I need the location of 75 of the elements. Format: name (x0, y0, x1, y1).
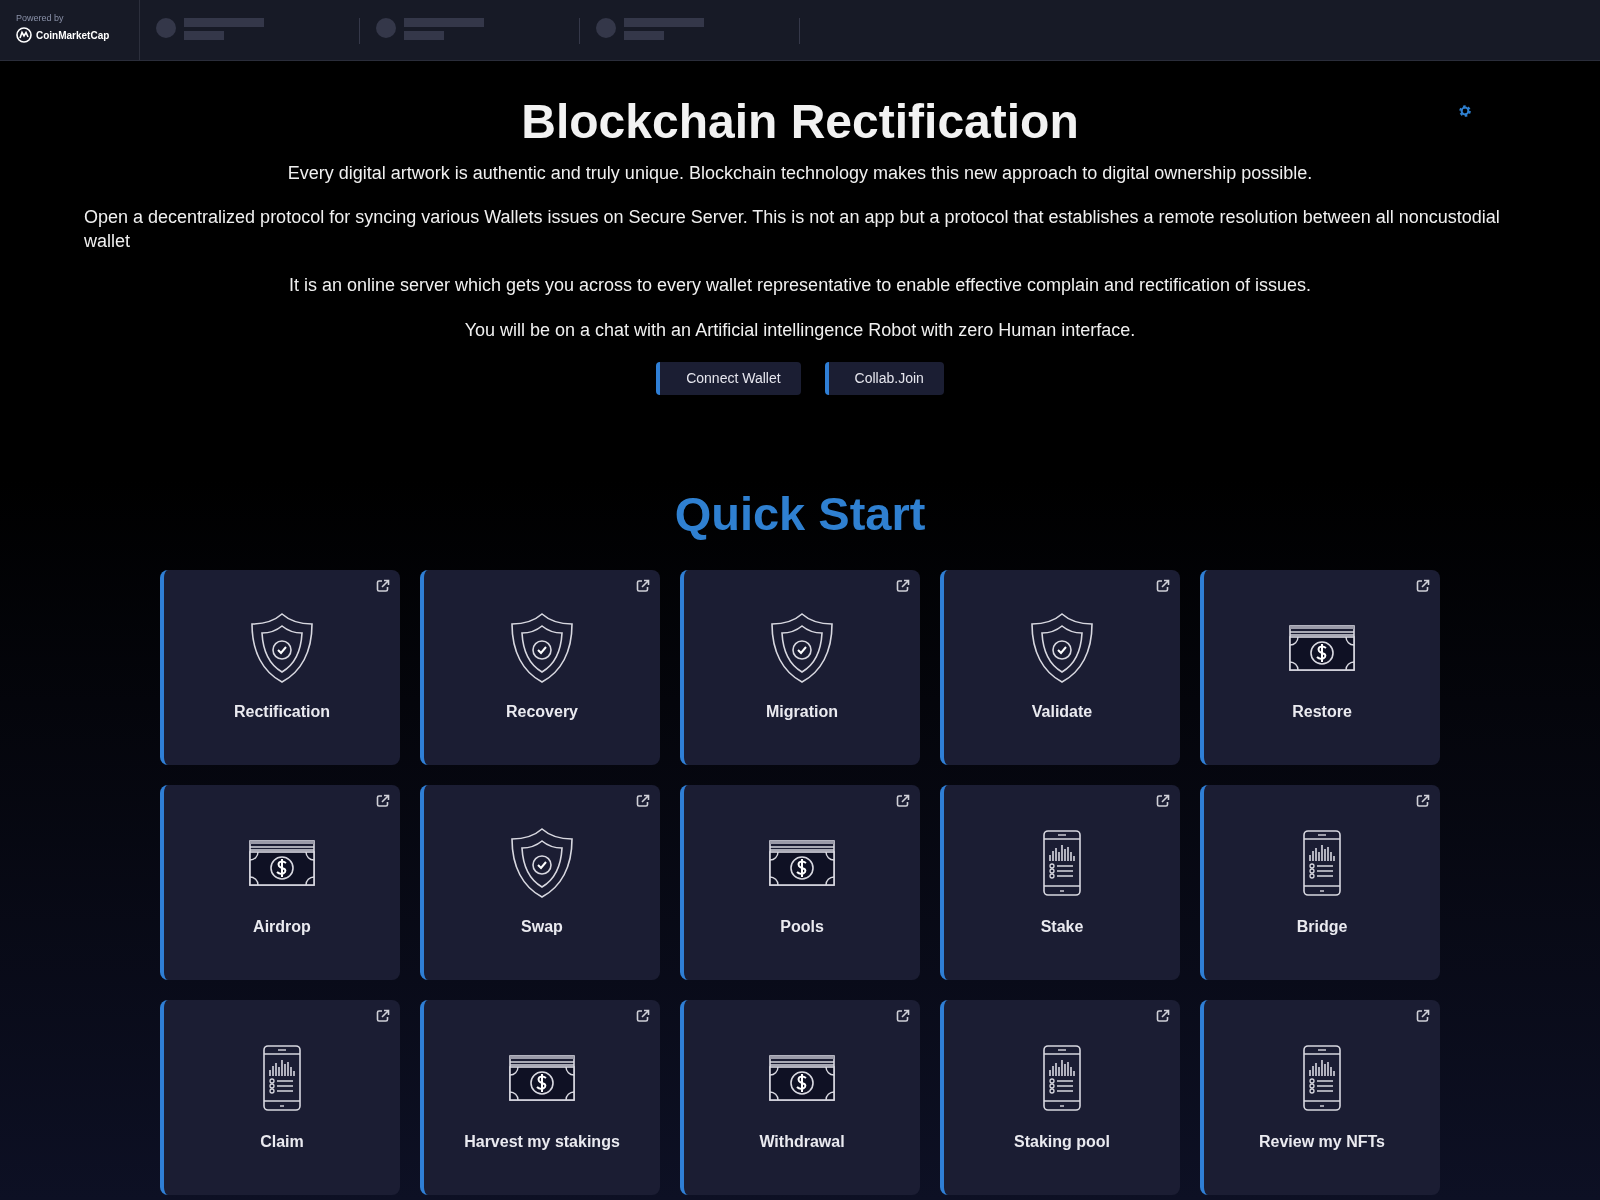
quick-start-card[interactable]: Stake (940, 784, 1180, 980)
card-label: Pools (780, 916, 824, 937)
banknote-icon (769, 1054, 835, 1101)
quick-start-card[interactable]: Pools (680, 784, 920, 980)
card-label: Migration (766, 701, 838, 722)
external-link-icon (896, 1008, 910, 1023)
card-label: Review my NFTs (1259, 1131, 1385, 1152)
external-link-icon (1156, 1008, 1170, 1023)
smartphone-icon (1043, 829, 1081, 896)
skeleton-avatar (376, 18, 396, 38)
shield-icon (509, 611, 575, 684)
external-link-icon (1416, 578, 1430, 593)
action-button[interactable]: Connect Wallet (656, 362, 801, 396)
smartphone-icon (1043, 1044, 1081, 1111)
quick-start-card[interactable]: Restore (1200, 569, 1440, 765)
quick-start-card[interactable]: Staking pool (940, 999, 1180, 1195)
card-label: Claim (260, 1131, 304, 1152)
shield-icon (769, 611, 835, 684)
external-link-icon (896, 578, 910, 593)
shield-icon (1029, 611, 1095, 684)
shield-icon (249, 611, 315, 684)
paragraph: It is an online server which gets you across to every wallet representative to enable effective complain and rectification of issues. (287, 274, 1313, 298)
card-label: Withdrawal (759, 1131, 845, 1152)
external-link-icon (376, 578, 390, 593)
card-label: Recovery (505, 701, 578, 722)
card-label: Bridge (1296, 916, 1348, 937)
quick-start-card[interactable]: Rectification (160, 569, 400, 765)
quick-start-card[interactable]: Recovery (420, 569, 660, 765)
powered-by-text: Powered by (16, 14, 65, 23)
action-button[interactable]: Collab.Join (824, 362, 944, 396)
card-label: Validate (1031, 701, 1093, 722)
external-link-icon (636, 1008, 650, 1023)
quick-start-card[interactable]: Bridge (1200, 784, 1440, 980)
card-label: Restore (1292, 701, 1352, 722)
brand-name: CoinMarketCap (36, 28, 110, 43)
skeleton-avatar (596, 18, 616, 38)
banknote-icon (769, 839, 835, 886)
external-link-icon (376, 1008, 390, 1023)
banknote-icon (1289, 624, 1355, 671)
card-label: Rectification (234, 701, 330, 722)
paragraph: Every digital artwork is authentic and truly unique. Blockchain technology makes this new approach to digital ownership possible. (286, 161, 1314, 185)
card-label: Airdrop (253, 916, 311, 937)
settings-icon[interactable] (1458, 104, 1472, 118)
external-link-icon (1416, 1008, 1430, 1023)
quick-start-card[interactable]: Withdrawal (680, 999, 920, 1195)
external-link-icon (1156, 793, 1170, 808)
quick-start-card[interactable]: Harvest my stakings (420, 999, 660, 1195)
smartphone-icon (1303, 829, 1341, 896)
external-link-icon (896, 793, 910, 808)
quick-start-card[interactable]: Migration (680, 569, 920, 765)
quick-start-card[interactable]: Swap (420, 784, 660, 980)
banknote-icon (249, 839, 315, 886)
paragraph: You will be on a chat with an Artificial intellingence Robot with zero Human interface. (463, 318, 1137, 342)
external-link-icon (636, 578, 650, 593)
quick-start-card[interactable]: Airdrop (160, 784, 400, 980)
external-link-icon (636, 793, 650, 808)
logo-icon (16, 27, 32, 43)
quick-start-card[interactable]: Claim (160, 999, 400, 1195)
section-title: Quick Start (673, 486, 927, 543)
external-link-icon (1156, 578, 1170, 593)
smartphone-icon (1303, 1044, 1341, 1111)
skeleton-avatar (156, 18, 176, 38)
card-label: Swap (521, 916, 563, 937)
external-link-icon (376, 793, 390, 808)
card-label: Harvest my stakings (464, 1131, 620, 1152)
paragraph: Open a decentralized protocol for syncing various Wallets issues on Secure Server. This is not an app but a protocol that establishes a remote resolution between all noncustodial wallet (84, 205, 1501, 254)
external-link-icon (1416, 793, 1430, 808)
card-label: Stake (1040, 916, 1084, 937)
banknote-icon (509, 1054, 575, 1101)
quick-start-card[interactable]: Review my NFTs (1200, 999, 1440, 1195)
card-label: Staking pool (1014, 1131, 1110, 1152)
page-title: Blockchain Rectification (521, 94, 1079, 150)
smartphone-icon (263, 1044, 301, 1111)
shield-icon (509, 826, 575, 899)
quick-start-card[interactable]: Validate (940, 569, 1180, 765)
